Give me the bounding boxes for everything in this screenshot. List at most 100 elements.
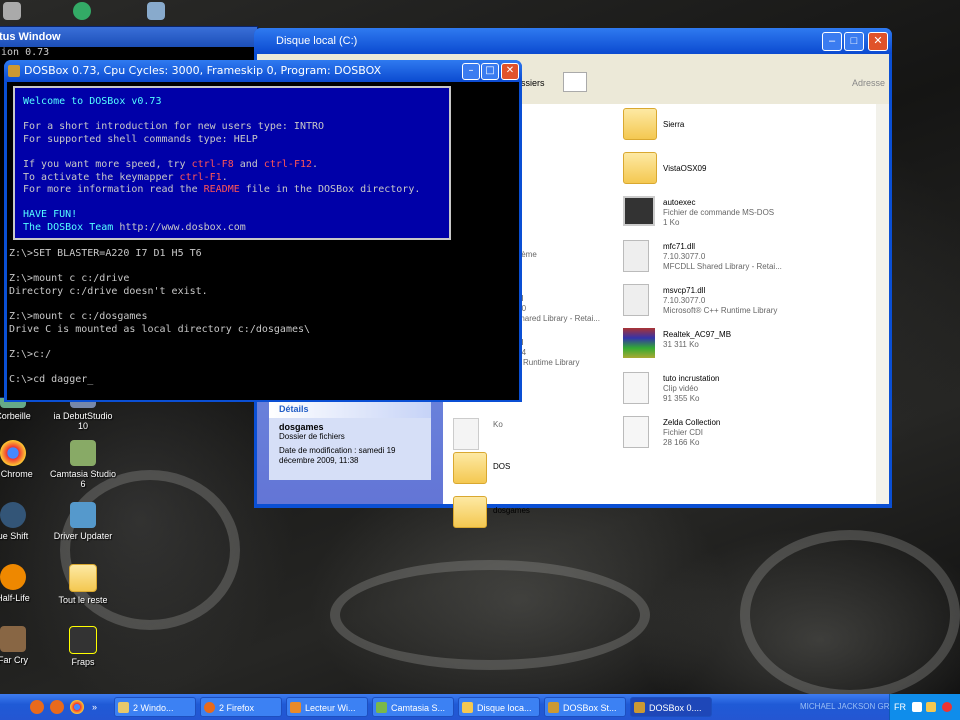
taskbar-item[interactable]: 2 Firefox (200, 697, 282, 717)
desktop-icon-label: Far Cry (0, 655, 28, 665)
maximize-button[interactable]: □ (844, 32, 864, 51)
quicklaunch-expand-icon[interactable]: » (92, 702, 97, 712)
details-modified: Date de modification : samedi 19 décembr… (279, 446, 396, 465)
rar-icon (623, 328, 655, 358)
taskbar-item[interactable]: Disque loca... (458, 697, 540, 717)
file-meta: Ko (493, 420, 503, 429)
desktop-icon-label: ue Shift (0, 531, 29, 541)
tray-icon[interactable] (926, 702, 936, 712)
console-line: For more information read the README fil… (23, 184, 421, 196)
taskbar-item[interactable]: Lecteur Wi... (286, 697, 368, 717)
language-indicator[interactable]: FR (894, 694, 906, 720)
dosbox-window[interactable]: DOSBox 0.73, Cpu Cycles: 3000, Frameskip… (4, 60, 522, 402)
dosbox-icon (8, 65, 20, 77)
desktop-icon-driver-updater[interactable]: Driver Updater (48, 502, 118, 541)
file-meta: 7.0 (515, 304, 600, 314)
file-meta: 28 166 Ko (663, 438, 700, 447)
desktop-icon-fraps[interactable]: Fraps (48, 626, 118, 667)
dll-icon (623, 284, 649, 316)
console-line: If you want more speed, try ctrl-F8 and … (23, 158, 319, 170)
taskbar-item[interactable]: 2 Windo... (114, 697, 196, 717)
desktop-icon-tout-le-reste[interactable]: Tout le reste (48, 564, 118, 605)
address-label: Adresse (851, 78, 885, 88)
file-icon (453, 418, 479, 450)
command-prompt[interactable]: C:\>cd dagger_ (9, 374, 310, 387)
desktop-icon-half-life[interactable]: Half-Life (0, 564, 48, 603)
folders-button[interactable]: ssiers (521, 78, 545, 88)
maximize-button[interactable]: □ (481, 63, 499, 80)
desktop-icon-label: Fraps (71, 657, 95, 667)
desktop-icon-far-cry[interactable]: Far Cry (0, 626, 48, 665)
file-meta: Clip vidéo (663, 384, 699, 393)
system-tray: FR (889, 694, 960, 720)
file-meta: Microsoft® C++ Runtime Library (663, 306, 778, 315)
desktop-icon-top[interactable] (70, 2, 94, 23)
file-meta: Shared Library - Retai... (515, 314, 600, 323)
file-meta: 2.4 (515, 348, 579, 358)
status-window-title[interactable]: tus Window (0, 27, 257, 47)
file-meta: 31 311 Ko (663, 340, 699, 349)
cdi-icon (623, 416, 649, 448)
minimize-button[interactable]: – (822, 32, 842, 51)
desktop-icon-blue-shift[interactable]: ue Shift (0, 502, 48, 541)
file-name: tuto incrustation (663, 374, 720, 383)
avi-icon (623, 372, 649, 404)
file-name: dosgames (493, 506, 530, 515)
file-meta: 7.10.3077.0 (663, 296, 706, 305)
explorer-titlebar[interactable]: Disque local (C:) – □ ✕ (254, 28, 892, 54)
wallpaper-pipe (740, 530, 960, 700)
welcome-box: Welcome to DOSBox v0.73 For a short intr… (13, 86, 451, 240)
file-name: DOS (493, 462, 511, 471)
firefox-quicklaunch-icon[interactable] (30, 700, 44, 714)
console-line: HAVE FUN! (23, 209, 78, 221)
desktop-icon-camtasia[interactable]: Camtasia Studio 6 (48, 440, 118, 489)
tray-icon[interactable] (942, 702, 952, 712)
console-line: Welcome to DOSBox v0.73 (23, 96, 162, 107)
file-name: dll (515, 294, 600, 304)
console-line: The DOSBox Team http://www.dosbox.com (23, 221, 246, 233)
firefox-quicklaunch-icon[interactable] (50, 700, 64, 714)
close-button[interactable]: ✕ (868, 32, 888, 51)
desktop-icon-label: Corbeille (0, 411, 31, 421)
details-panel: Détails dosgames Dossier de fichiers Dat… (269, 400, 431, 480)
details-header[interactable]: Détails (269, 400, 431, 418)
views-icon[interactable] (563, 72, 587, 92)
console-line: For a short introduction for new users t… (23, 121, 325, 133)
desktop-icon-label: Tout le reste (58, 595, 108, 605)
dosbox-console[interactable]: Welcome to DOSBox v0.73 For a short intr… (7, 82, 519, 400)
file-meta: Fichier CDI (663, 428, 704, 437)
desktop-icon-label: ia DebutStudio 10 (53, 411, 113, 431)
close-button[interactable]: ✕ (501, 63, 519, 80)
details-name: dosgames (279, 422, 324, 432)
desktop-icon-chrome[interactable]: e Chrome (0, 440, 48, 479)
taskbar-item[interactable]: Camtasia S... (372, 697, 454, 717)
taskbar-item[interactable]: DOSBox St... (544, 697, 626, 717)
folder-icon (453, 496, 487, 528)
file-name: dll (515, 338, 579, 348)
wallpaper-pipe (330, 560, 650, 670)
chrome-quicklaunch-icon[interactable] (70, 700, 84, 714)
dosbox-titlebar[interactable]: DOSBox 0.73, Cpu Cycles: 3000, Frameskip… (4, 60, 522, 82)
console-line: Z:\>SET BLASTER=A220 I7 D1 H5 T6 (9, 248, 202, 259)
file-name: Realtek_AC97_MB (663, 330, 732, 339)
desktop-icon-label: Driver Updater (53, 531, 113, 541)
file-name: autoexec (663, 198, 696, 207)
file-meta: Fichier de commande MS-DOS (663, 208, 775, 217)
file-meta: C Runtime Library (515, 358, 580, 367)
minimize-button[interactable]: – (462, 63, 480, 80)
tray-icon[interactable] (912, 702, 922, 712)
window-title: DOSBox 0.73, Cpu Cycles: 3000, Frameskip… (24, 64, 382, 77)
folder-icon (453, 452, 487, 484)
console-line: Z:\>mount c c:/dosgames (9, 310, 148, 322)
taskbar-item-active[interactable]: DOSBox 0.... (630, 697, 712, 717)
file-meta: 91 355 Ko (663, 394, 700, 403)
file-meta: 1 Ko (663, 218, 680, 227)
media-player-toolbar[interactable]: MICHAEL JACKSON GREATEST HITS (720, 694, 890, 720)
scrollbar[interactable] (876, 104, 889, 504)
desktop-icon-top[interactable] (144, 2, 168, 23)
command-output: Z:\>SET BLASTER=A220 I7 D1 H5 T6 Z:\>mou… (9, 248, 310, 387)
desktop-icon-top[interactable] (0, 2, 24, 23)
